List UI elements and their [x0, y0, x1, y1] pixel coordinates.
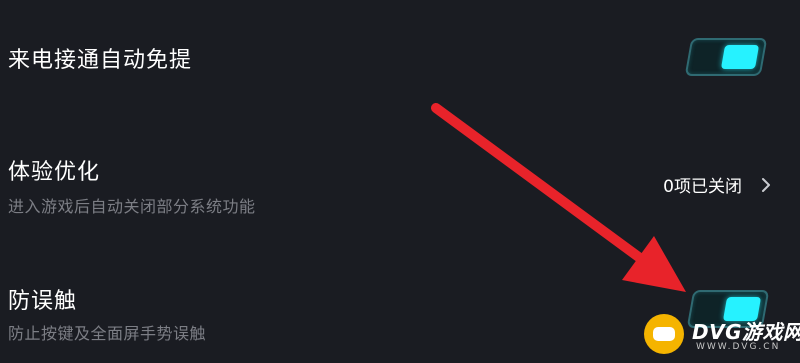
optimize-value: 0项已关闭	[663, 177, 742, 197]
watermark-url: WWW.DVG.CN	[696, 342, 781, 352]
gamepad-logo-icon	[644, 314, 684, 354]
anti-mistouch-title: 防误触	[8, 289, 78, 314]
optimize-title: 体验优化	[8, 160, 101, 185]
auto-answer-title: 来电接通自动免提	[8, 48, 193, 73]
optimize-description: 进入游戏后自动关闭部分系统功能	[8, 197, 256, 216]
watermark: DVG游戏网 WWW.DVG.CN	[612, 308, 800, 360]
toggle-knob	[720, 45, 760, 69]
auto-answer-toggle[interactable]	[684, 38, 768, 76]
watermark-brand: DVG游戏网	[692, 320, 800, 344]
anti-mistouch-description: 防止按键及全面屏手势误触	[8, 324, 207, 343]
settings-screen: 来电接通自动免提 体验优化 进入游戏后自动关闭部分系统功能 0项已关闭 防误触 …	[0, 0, 800, 363]
optimize-value-link[interactable]: 0项已关闭	[663, 172, 772, 197]
chevron-right-icon	[762, 177, 770, 192]
